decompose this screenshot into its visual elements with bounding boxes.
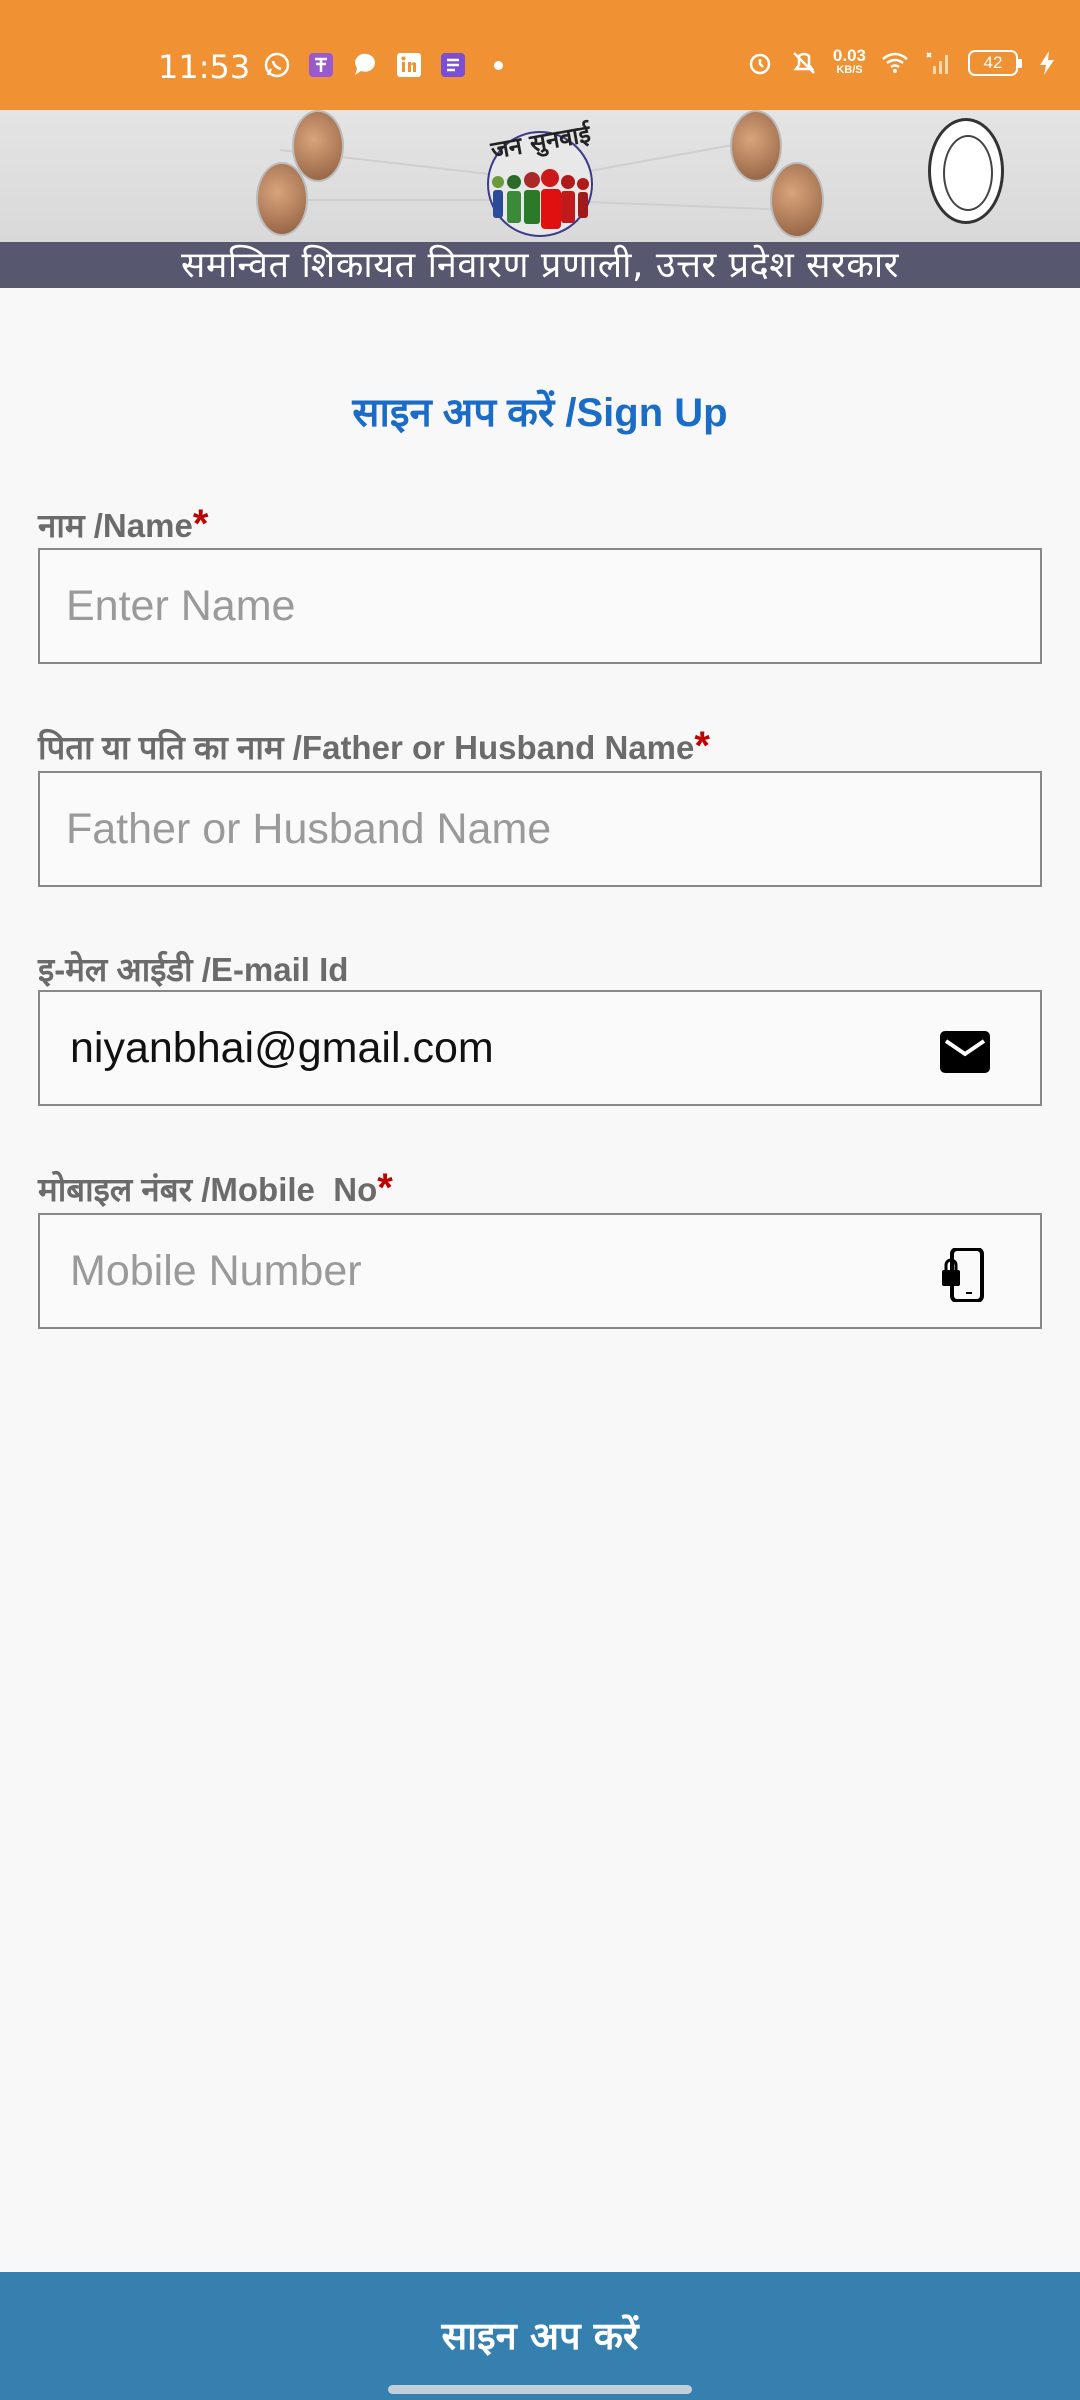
mute-icon bbox=[789, 48, 819, 78]
banner-subtitle: समन्वित शिकायत निवारण प्रणाली, उत्तर प्र… bbox=[0, 242, 1080, 288]
name-field[interactable] bbox=[38, 548, 1042, 664]
notification-icons bbox=[262, 50, 503, 80]
banner-photo-4 bbox=[770, 162, 824, 238]
chat-bubble-icon bbox=[350, 50, 380, 80]
header-banner: जन सुनवाई समन्वित शिकायत निवारण प्रणाली,… bbox=[0, 110, 1080, 288]
net-speed-value: 0.03 bbox=[832, 46, 866, 65]
name-label-text: नाम /Name bbox=[38, 507, 193, 544]
father-name-label-text: पिता या पति का नाम /Father or Husband Na… bbox=[38, 729, 695, 766]
mobile-label: मोबाइल नंबर /Mobile No* bbox=[38, 1166, 393, 1211]
name-label: नाम /Name* bbox=[38, 502, 208, 547]
battery-level: 42 bbox=[983, 53, 1003, 72]
signal-icon bbox=[924, 48, 954, 78]
required-asterisk: * bbox=[694, 724, 710, 768]
up-government-seal bbox=[928, 118, 1004, 224]
email-input[interactable] bbox=[40, 992, 920, 1104]
net-speed: 0.03 KB/S bbox=[832, 46, 866, 77]
whatsapp-icon bbox=[262, 50, 292, 80]
banner-photo-2 bbox=[292, 110, 344, 182]
more-notifications-dot bbox=[494, 60, 503, 70]
required-asterisk: * bbox=[377, 1166, 393, 1210]
mail-icon bbox=[940, 1031, 990, 1073]
mobile-lock-icon bbox=[942, 1248, 984, 1302]
page-title: साइन अप करें /Sign Up bbox=[352, 391, 728, 435]
father-name-field[interactable] bbox=[38, 771, 1042, 887]
net-speed-unit: KB/S bbox=[836, 64, 863, 76]
battery-icon: 42 bbox=[968, 50, 1022, 76]
alarm-icon bbox=[745, 48, 775, 78]
home-indicator[interactable] bbox=[388, 2385, 692, 2394]
notes-icon bbox=[438, 50, 468, 80]
email-label-text: इ-मेल आईडी /E-mail Id bbox=[38, 951, 349, 988]
banner-photo-3 bbox=[730, 110, 782, 182]
father-name-input[interactable] bbox=[40, 773, 920, 885]
mobile-label-text: मोबाइल नंबर /Mobile No bbox=[38, 1171, 378, 1208]
required-asterisk: * bbox=[192, 502, 209, 546]
app-icon bbox=[306, 50, 336, 80]
status-bar: 11:53 0.03 KB/S 42 bbox=[0, 0, 1080, 110]
wifi-icon bbox=[880, 48, 910, 78]
charging-icon bbox=[1032, 48, 1062, 78]
father-name-label: पिता या पति का नाम /Father or Husband Na… bbox=[38, 724, 710, 769]
email-field[interactable] bbox=[38, 990, 1042, 1106]
jan-sunvai-logo: जन सुनवाई bbox=[487, 119, 594, 237]
name-input[interactable] bbox=[40, 550, 920, 662]
linkedin-icon bbox=[394, 50, 424, 80]
status-time: 11:53 bbox=[158, 48, 251, 86]
mobile-field[interactable] bbox=[38, 1213, 1042, 1329]
mobile-input[interactable] bbox=[40, 1215, 920, 1327]
email-label: इ-मेल आईडी /E-mail Id bbox=[38, 946, 348, 991]
sign-up-button[interactable]: साइन अप करें bbox=[0, 2272, 1080, 2400]
system-icons: 0.03 KB/S 42 bbox=[745, 46, 1062, 78]
